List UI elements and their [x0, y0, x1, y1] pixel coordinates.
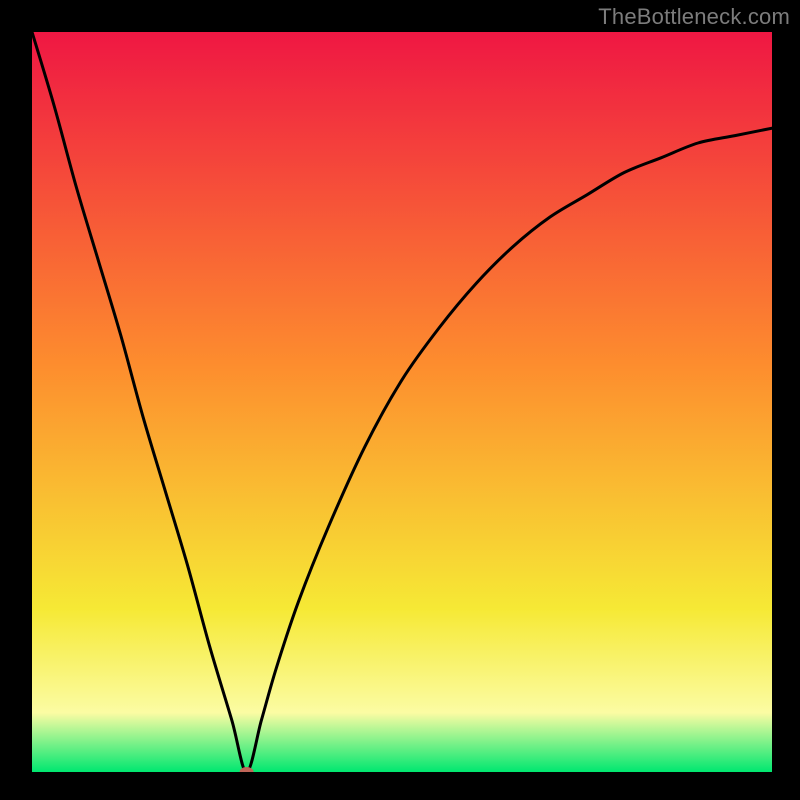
bottleneck-chart	[32, 32, 772, 772]
attribution-label: TheBottleneck.com	[598, 4, 790, 30]
chart-frame: TheBottleneck.com	[0, 0, 800, 800]
gradient-background	[32, 32, 772, 772]
